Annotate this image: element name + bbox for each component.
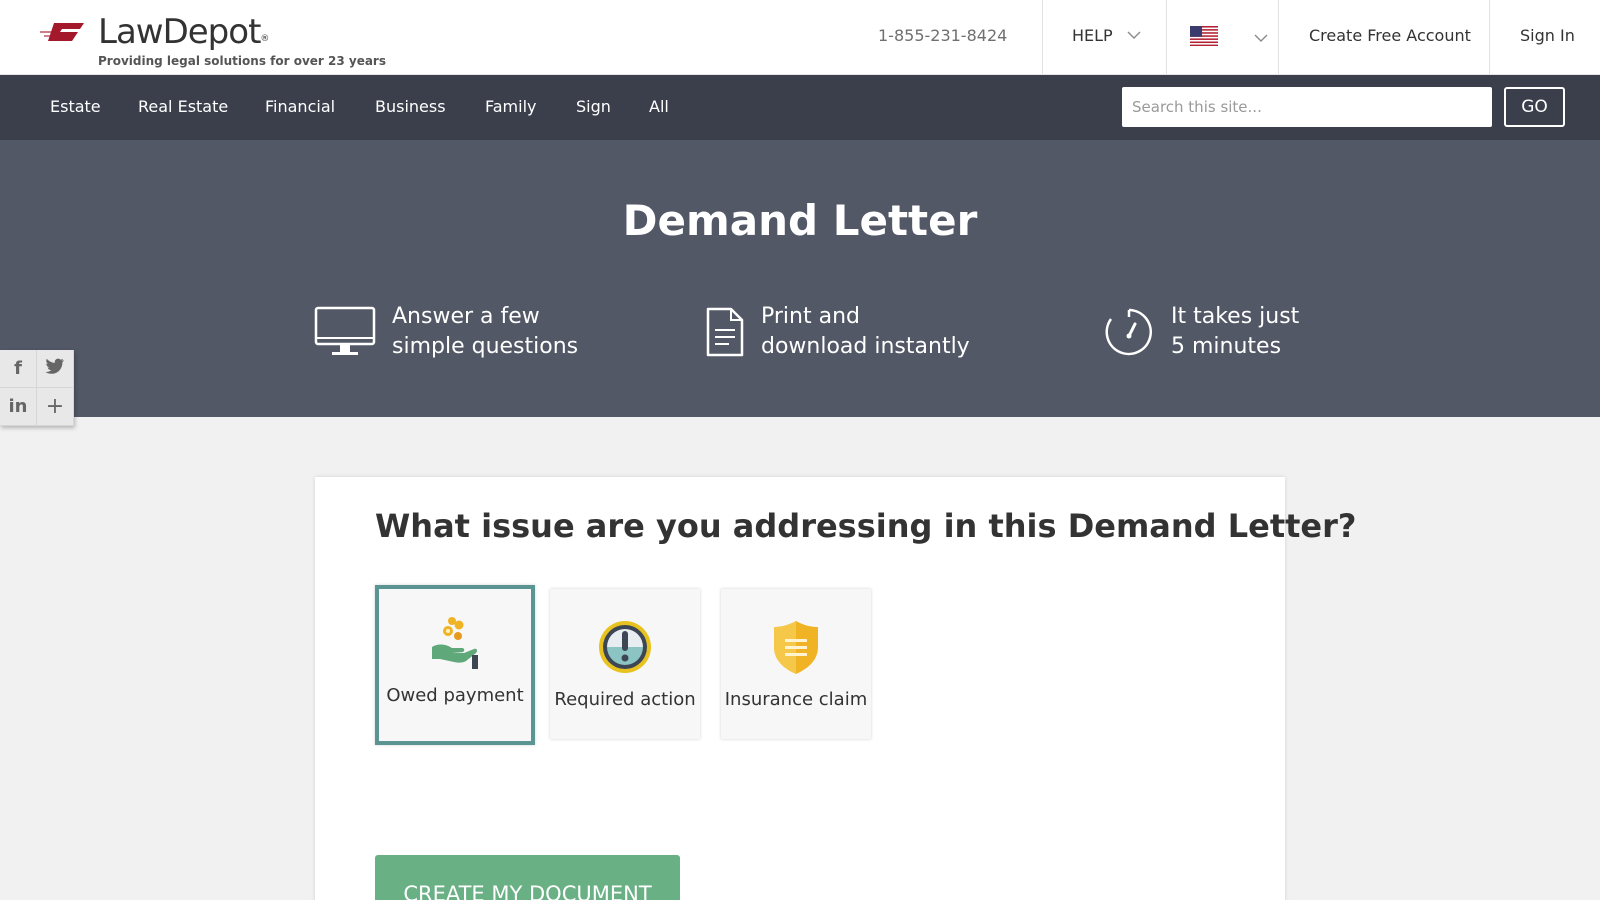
- document-icon: [705, 306, 745, 358]
- nav-item-estate[interactable]: Estate: [50, 97, 101, 116]
- form-question: What issue are you addressing in this De…: [375, 507, 1357, 545]
- linkedin-icon: in: [8, 396, 28, 417]
- country-selector[interactable]: [1190, 26, 1268, 50]
- feature-time: It takes just 5 minutes: [1103, 302, 1299, 362]
- social-share-bar: f in +: [0, 350, 74, 426]
- nav-item-sign[interactable]: Sign: [576, 97, 611, 116]
- document-form-card: What issue are you addressing in this De…: [315, 477, 1356, 900]
- search-input[interactable]: [1122, 87, 1492, 127]
- facebook-icon: f: [14, 358, 22, 379]
- more-share-button[interactable]: +: [37, 388, 74, 426]
- chevron-down-icon: [1127, 31, 1141, 40]
- divider: [1042, 0, 1043, 74]
- exclamation-icon: [598, 619, 652, 675]
- create-my-document-button[interactable]: CREATE MY DOCUMENT: [375, 855, 680, 900]
- feature-download: Print and download instantly: [705, 302, 970, 362]
- top-bar: LawDepot® Providing legal solutions for …: [0, 0, 1600, 75]
- help-dropdown[interactable]: HELP: [1072, 26, 1141, 45]
- plus-icon: +: [45, 394, 65, 419]
- phone-number[interactable]: 1-855-231-8424: [878, 26, 1007, 45]
- main-nav: Estate Real Estate Financial Business Fa…: [0, 75, 1600, 140]
- nav-item-financial[interactable]: Financial: [265, 97, 335, 116]
- option-label: Required action: [554, 689, 696, 710]
- sign-in-link[interactable]: Sign In: [1520, 26, 1575, 45]
- feature-text: Answer a few simple questions: [392, 304, 579, 359]
- twitter-share-button[interactable]: [37, 350, 74, 388]
- nav-item-family[interactable]: Family: [485, 97, 536, 116]
- page-title: Demand Letter: [622, 196, 978, 245]
- nav-item-real-estate[interactable]: Real Estate: [138, 97, 228, 116]
- lawdepot-logo[interactable]: LawDepot® Providing legal solutions for …: [40, 12, 386, 68]
- hand-coins-icon: [428, 615, 482, 671]
- logo-tagline: Providing legal solutions for over 23 ye…: [98, 54, 386, 68]
- logo-name: LawDepot®: [98, 12, 270, 52]
- chevron-down-icon: [1254, 34, 1268, 43]
- option-owed-payment[interactable]: Owed payment: [375, 585, 535, 745]
- hero-banner: Demand Letter Answer a few simple questi…: [0, 140, 1600, 417]
- us-flag-icon: [1190, 26, 1218, 50]
- divider: [1166, 0, 1167, 74]
- divider: [1278, 0, 1279, 74]
- nav-item-business[interactable]: Business: [375, 97, 446, 116]
- shield-icon: [769, 619, 823, 675]
- monitor-icon: [314, 306, 376, 358]
- stopwatch-icon: [1103, 306, 1155, 358]
- feature-text: It takes just 5 minutes: [1171, 304, 1300, 359]
- option-required-action[interactable]: Required action: [550, 589, 700, 739]
- search-go-button[interactable]: GO: [1504, 87, 1565, 127]
- facebook-share-button[interactable]: f: [0, 350, 37, 388]
- feature-text: Print and download instantly: [761, 304, 970, 359]
- create-free-account-link[interactable]: Create Free Account: [1309, 26, 1471, 45]
- nav-item-all[interactable]: All: [649, 97, 669, 116]
- twitter-icon: [45, 358, 65, 379]
- help-label: HELP: [1072, 26, 1113, 45]
- option-label: Insurance claim: [724, 689, 868, 710]
- option-insurance-claim[interactable]: Insurance claim: [721, 589, 871, 739]
- linkedin-share-button[interactable]: in: [0, 388, 37, 426]
- option-label: Owed payment: [386, 685, 524, 706]
- logo-mark-icon: [40, 23, 84, 41]
- feature-questions: Answer a few simple questions: [314, 302, 578, 362]
- divider: [1489, 0, 1490, 74]
